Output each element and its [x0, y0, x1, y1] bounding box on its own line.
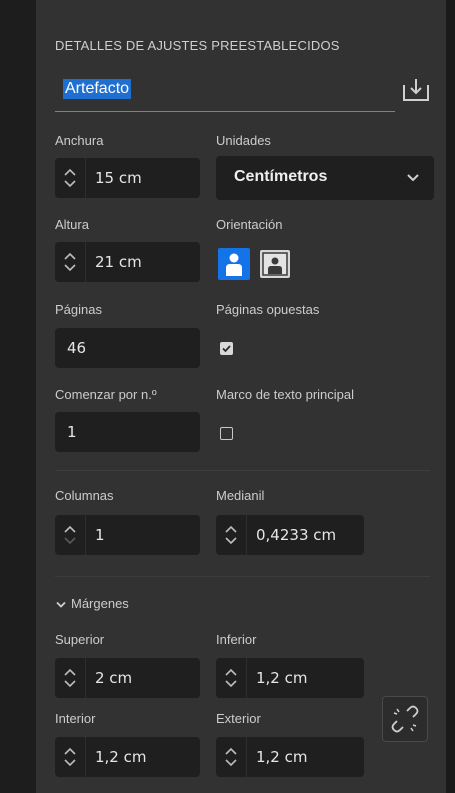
height-value[interactable]: 21 cm	[95, 253, 142, 271]
stepper-arrows-icon	[64, 168, 76, 188]
panel-edge	[446, 0, 455, 793]
pages-field[interactable]: 46	[55, 328, 200, 368]
outside-margin-value[interactable]: 1,2 cm	[256, 748, 307, 766]
landscape-orientation-button[interactable]	[260, 250, 290, 278]
inside-margin-field[interactable]: 1,2 cm	[55, 737, 200, 777]
outside-margin-field[interactable]: 1,2 cm	[216, 737, 364, 777]
units-dropdown[interactable]: Centímetros	[216, 156, 434, 200]
landscape-orientation-icon	[262, 252, 288, 276]
facing-pages-checkbox[interactable]	[220, 342, 233, 355]
columns-field[interactable]: 1	[55, 515, 200, 555]
columns-label: Columnas	[55, 488, 114, 503]
gutter-field[interactable]: 0,4233 cm	[216, 515, 364, 555]
chevron-down-icon	[56, 601, 66, 608]
bottom-margin-label: Inferior	[216, 632, 257, 647]
height-field[interactable]: 21 cm	[55, 242, 200, 282]
primary-text-frame-label: Marco de texto principal	[216, 387, 355, 402]
outside-margin-stepper[interactable]	[216, 737, 247, 777]
top-margin-field[interactable]: 2 cm	[55, 658, 200, 698]
stepper-arrows-icon	[225, 668, 237, 688]
width-value[interactable]: 15 cm	[95, 169, 142, 187]
width-stepper[interactable]	[55, 158, 86, 198]
portrait-orientation-button[interactable]	[218, 248, 250, 280]
inside-margin-label: Interior	[55, 711, 96, 726]
width-label: Anchura	[55, 133, 104, 148]
columns-stepper[interactable]	[55, 515, 86, 555]
panel-title: DETALLES DE AJUSTES PREESTABLECIDOS	[55, 38, 340, 53]
top-margin-label: Superior	[55, 632, 105, 647]
start-page-field[interactable]: 1	[55, 412, 200, 452]
height-label: Altura	[55, 217, 89, 232]
columns-value[interactable]: 1	[95, 526, 105, 544]
top-margin-stepper[interactable]	[55, 658, 86, 698]
link-margins-button[interactable]	[382, 696, 428, 742]
height-stepper[interactable]	[55, 242, 86, 282]
stepper-arrows-icon	[225, 747, 237, 767]
preset-name-value[interactable]: Artefacto	[63, 79, 132, 99]
start-page-value[interactable]: 1	[67, 423, 77, 441]
save-preset-icon	[403, 79, 429, 101]
gutter-stepper[interactable]	[216, 515, 247, 555]
gutter-value[interactable]: 0,4233 cm	[256, 526, 336, 544]
stepper-arrows-icon	[64, 747, 76, 767]
unlink-margins-icon	[391, 705, 419, 733]
margins-heading: Márgenes	[71, 596, 129, 611]
save-preset-button[interactable]	[400, 76, 432, 104]
checkmark-icon	[222, 345, 231, 353]
bottom-margin-value[interactable]: 1,2 cm	[256, 669, 307, 687]
width-field[interactable]: 15 cm	[55, 158, 200, 198]
bottom-margin-stepper[interactable]	[216, 658, 247, 698]
chevron-down-icon	[407, 174, 419, 182]
orientation-label: Orientación	[216, 217, 283, 232]
primary-text-frame-checkbox[interactable]	[220, 427, 233, 440]
units-value: Centímetros	[234, 168, 328, 185]
stepper-arrows-icon	[64, 252, 76, 272]
preset-name-input[interactable]: Artefacto	[55, 75, 395, 112]
facing-pages-label: Páginas opuestas	[216, 302, 320, 317]
units-label: Unidades	[216, 133, 271, 148]
top-margin-value[interactable]: 2 cm	[95, 669, 132, 687]
portrait-orientation-icon	[226, 253, 242, 276]
pages-value[interactable]: 46	[67, 339, 86, 357]
bottom-margin-field[interactable]: 1,2 cm	[216, 658, 364, 698]
divider	[55, 576, 430, 577]
inside-margin-value[interactable]: 1,2 cm	[95, 748, 146, 766]
inside-margin-stepper[interactable]	[55, 737, 86, 777]
stepper-arrows-icon	[64, 668, 76, 688]
stepper-arrows-icon	[64, 525, 76, 545]
gutter-label: Medianil	[216, 488, 265, 503]
outside-margin-label: Exterior	[216, 711, 261, 726]
stepper-arrows-icon	[225, 525, 237, 545]
start-page-label: Comenzar por n.º	[55, 387, 157, 402]
divider	[55, 470, 430, 471]
pages-label: Páginas	[55, 302, 102, 317]
